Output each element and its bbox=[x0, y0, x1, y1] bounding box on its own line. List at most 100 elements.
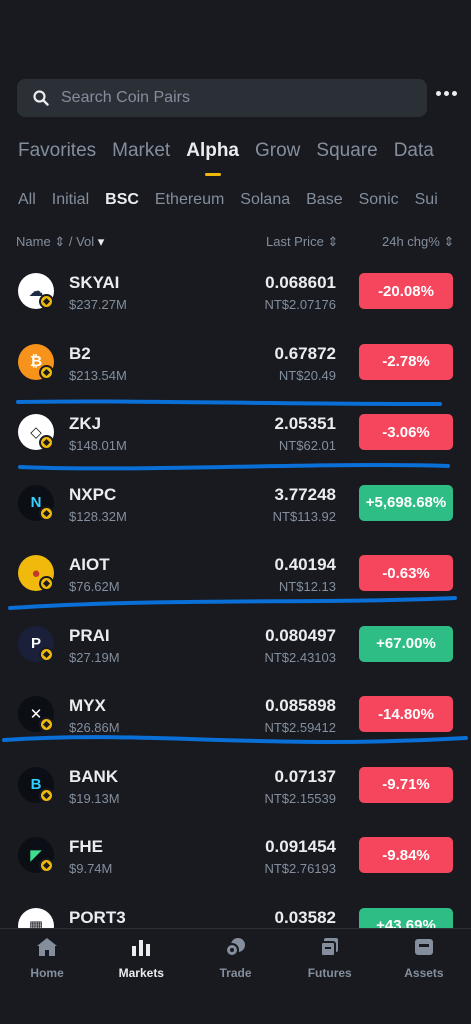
coin-row[interactable]: B BANK $19.13M 0.07137 NT$2.15539 -9.71% bbox=[0, 750, 471, 821]
coin-fiat-price: NT$20.49 bbox=[278, 367, 336, 383]
filter-initial[interactable]: Initial bbox=[52, 191, 89, 209]
coin-symbol: PORT3 bbox=[69, 907, 126, 927]
tab-alpha[interactable]: Alpha bbox=[186, 140, 239, 162]
column-change-label: 24h chg% bbox=[382, 234, 440, 249]
nav-home-label: Home bbox=[30, 966, 64, 980]
search-input[interactable]: Search Coin Pairs bbox=[17, 79, 427, 117]
nav-trade[interactable]: Trade bbox=[188, 929, 282, 1024]
nav-trade-label: Trade bbox=[219, 966, 252, 980]
coin-last-price: 0.07137 bbox=[274, 766, 336, 786]
coin-last-price: 0.091454 bbox=[265, 837, 336, 856]
alpha-badge-icon bbox=[39, 646, 54, 662]
column-price-label: Last Price bbox=[266, 234, 324, 249]
home-icon bbox=[37, 938, 58, 956]
bar-chart-icon bbox=[132, 940, 151, 956]
tab-grow[interactable]: Grow bbox=[255, 140, 300, 162]
sort-last-price[interactable]: Last Price ⇕ bbox=[266, 234, 338, 250]
coin-row[interactable]: ☁ SKYAI $237.27M 0.068601 NT$2.07176 -20.08% bbox=[0, 256, 471, 327]
coin-fiat-price: NT$2.76193 bbox=[264, 861, 336, 876]
coin-volume: $9.74M bbox=[69, 861, 113, 876]
filter-sui[interactable]: Sui bbox=[415, 191, 438, 209]
coin-symbol: PRAI bbox=[69, 625, 110, 645]
column-name-label: Name bbox=[16, 234, 51, 249]
coin-volume: $237.27M bbox=[69, 297, 127, 312]
alpha-badge-icon bbox=[39, 576, 54, 591]
sort-name-vol[interactable]: Name ⇕ / Vol ▾ bbox=[16, 234, 104, 250]
tab-square[interactable]: Square bbox=[316, 140, 377, 162]
change-badge[interactable]: -14.80% bbox=[359, 696, 453, 732]
coin-fiat-price: NT$2.59412 bbox=[264, 720, 336, 735]
filter-base[interactable]: Base bbox=[306, 191, 342, 209]
coin-symbol: B2 bbox=[69, 343, 91, 363]
coin-symbol: MYX bbox=[69, 696, 106, 715]
sort-desc-icon: ▾ bbox=[97, 234, 105, 249]
filter-bsc[interactable]: BSC bbox=[105, 191, 139, 209]
nav-markets[interactable]: Markets bbox=[94, 929, 188, 1024]
coin-symbol: FHE bbox=[69, 837, 103, 856]
coin-last-price: 2.05351 bbox=[274, 414, 336, 433]
search-row: Search Coin Pairs bbox=[17, 79, 459, 117]
coin-fiat-price: NT$113.92 bbox=[272, 508, 336, 524]
coin-row[interactable]: ◇ ZKJ $148.01M 2.05351 NT$62.01 -3.06% bbox=[0, 397, 471, 468]
change-badge[interactable]: +67.00% bbox=[359, 625, 453, 662]
coin-last-price: 0.085898 bbox=[265, 696, 336, 715]
tab-data[interactable]: Data bbox=[394, 140, 434, 162]
sort-icon: ⇕ bbox=[54, 234, 66, 249]
change-badge[interactable]: -2.78% bbox=[359, 343, 453, 380]
sort-change[interactable]: 24h chg% ⇕ bbox=[382, 234, 454, 250]
coin-row[interactable]: ✕ MYX $26.86M 0.085898 NT$2.59412 -14.80% bbox=[0, 679, 471, 750]
coin-row[interactable]: ● AIOT $76.62M 0.40194 NT$12.13 -0.63% bbox=[0, 538, 471, 609]
change-badge[interactable]: -0.63% bbox=[359, 555, 453, 591]
alpha-badge-icon bbox=[39, 364, 54, 380]
search-icon bbox=[33, 90, 49, 106]
wallet-icon bbox=[414, 939, 433, 955]
coin-volume: $76.62M bbox=[69, 579, 120, 594]
coin-last-price: 0.67872 bbox=[274, 343, 336, 363]
alpha-badge-icon bbox=[39, 787, 54, 803]
change-badge[interactable]: -9.84% bbox=[359, 837, 453, 873]
coin-last-price: 0.40194 bbox=[274, 555, 336, 574]
alpha-badge-icon bbox=[39, 858, 54, 873]
alpha-badge-icon bbox=[39, 717, 54, 732]
coin-volume: $148.01M bbox=[69, 438, 127, 453]
nav-futures-label: Futures bbox=[307, 966, 352, 980]
chain-filter-tabs: All Initial BSC Ethereum Solana Base Son… bbox=[18, 191, 454, 209]
coin-fiat-price: NT$12.13 bbox=[278, 579, 336, 594]
filter-solana[interactable]: Solana bbox=[240, 191, 290, 209]
change-badge[interactable]: -20.08% bbox=[359, 273, 453, 309]
coin-row[interactable]: N NXPC $128.32M 3.77248 NT$113.92 +5,698.68% bbox=[0, 468, 471, 539]
coin-symbol: ZKJ bbox=[69, 414, 102, 433]
sort-icon: ⇕ bbox=[443, 234, 455, 249]
more-options-icon[interactable] bbox=[436, 91, 457, 96]
change-badge[interactable]: -3.06% bbox=[359, 414, 453, 450]
coin-volume: $128.32M bbox=[69, 508, 127, 524]
coin-volume: $26.86M bbox=[69, 720, 120, 735]
nav-assets[interactable]: Assets bbox=[377, 929, 471, 1024]
nav-futures[interactable]: Futures bbox=[283, 929, 377, 1024]
bottom-nav: Home Markets Trade Futures Assets bbox=[0, 928, 471, 1024]
main-tabs: Favorites Market Alpha Grow Square Data bbox=[18, 140, 450, 162]
sort-icon: ⇕ bbox=[327, 234, 339, 249]
coin-row[interactable]: P PRAI $27.19M 0.080497 NT$2.43103 +67.00% bbox=[0, 609, 471, 680]
tab-market[interactable]: Market bbox=[112, 140, 170, 162]
filter-ethereum[interactable]: Ethereum bbox=[155, 191, 224, 209]
column-headers: Name ⇕ / Vol ▾ Last Price ⇕ 24h chg% ⇕ bbox=[16, 234, 455, 250]
tab-favorites[interactable]: Favorites bbox=[18, 140, 96, 162]
coin-row[interactable]: ₿ B2 $213.54M 0.67872 NT$20.49 -2.78% bbox=[0, 327, 471, 398]
nav-markets-label: Markets bbox=[118, 966, 164, 980]
coin-symbol: NXPC bbox=[69, 484, 117, 504]
filter-sonic[interactable]: Sonic bbox=[359, 191, 399, 209]
coin-symbol: AIOT bbox=[69, 555, 110, 574]
nav-home[interactable]: Home bbox=[0, 929, 94, 1024]
coin-fiat-price: NT$2.43103 bbox=[264, 649, 336, 665]
coin-last-price: 3.77248 bbox=[274, 484, 336, 504]
alpha-badge-icon bbox=[39, 294, 54, 309]
filter-all[interactable]: All bbox=[18, 191, 36, 209]
change-badge[interactable]: -9.71% bbox=[359, 766, 453, 803]
coin-row[interactable]: ◤ FHE $9.74M 0.091454 NT$2.76193 -9.84% bbox=[0, 820, 471, 891]
coin-volume: $27.19M bbox=[69, 649, 120, 665]
change-badge[interactable]: +5,698.68% bbox=[359, 484, 453, 521]
alpha-badge-icon bbox=[39, 505, 54, 521]
coin-last-price: 0.080497 bbox=[265, 625, 336, 645]
coin-fiat-price: NT$2.07176 bbox=[264, 297, 336, 312]
